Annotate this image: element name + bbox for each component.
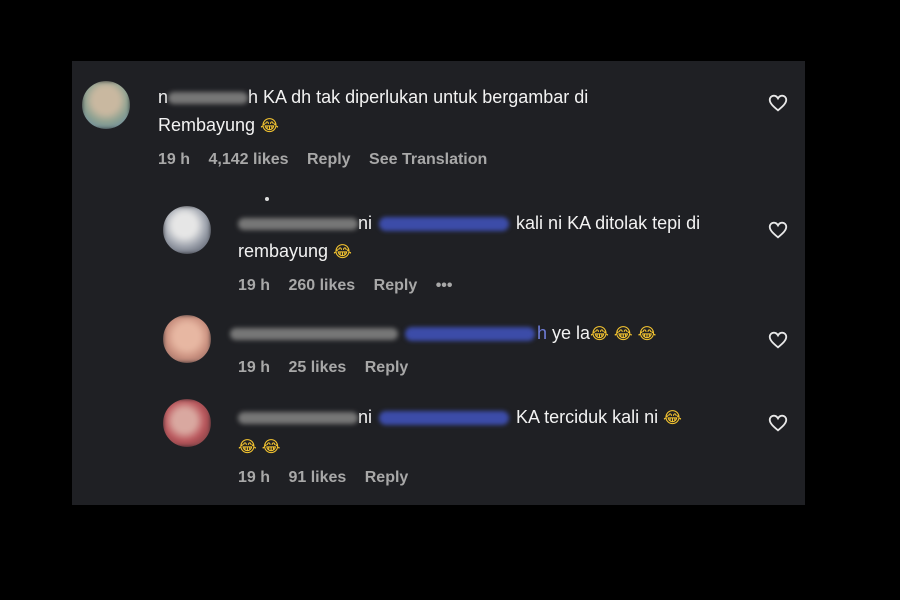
mention[interactable] — [379, 411, 510, 426]
comment-text: ni kali ni KA ditolak tepi di rembayung … — [238, 209, 758, 266]
avatar[interactable] — [163, 399, 211, 447]
reply-button[interactable]: Reply — [365, 469, 409, 486]
username[interactable]: ni — [238, 403, 372, 431]
heart-icon[interactable] — [767, 412, 789, 434]
laughing-emoji: 😂 — [333, 242, 352, 261]
laughing-emoji: 😂 😂 — [238, 437, 281, 456]
heart-icon[interactable] — [767, 219, 789, 241]
laughing-emoji: 😂 — [663, 408, 682, 427]
laughing-emoji: 😂 — [260, 116, 279, 135]
laughing-emoji: 😂 😂 😂 — [590, 324, 657, 343]
comment-meta: 19 h 260 likes Reply ••• — [238, 277, 467, 295]
heart-icon[interactable] — [767, 329, 789, 351]
see-translation-button[interactable]: See Translation — [369, 151, 487, 168]
username[interactable]: nh — [158, 83, 258, 111]
likes-count[interactable]: 4,142 likes — [208, 151, 288, 168]
comment-text: nh KA dh tak diperlukan untuk bergambar … — [158, 83, 698, 140]
username[interactable] — [230, 319, 398, 347]
avatar[interactable] — [163, 315, 211, 363]
username[interactable]: ni — [238, 209, 372, 237]
likes-count[interactable]: 91 likes — [288, 469, 346, 486]
heart-icon[interactable] — [767, 92, 789, 114]
timestamp: 19 h — [238, 277, 271, 294]
comments-panel: nh KA dh tak diperlukan untuk bergambar … — [72, 61, 805, 505]
mention[interactable] — [405, 327, 536, 342]
comment-text: h ye la😂 😂 😂 — [230, 319, 770, 348]
avatar[interactable] — [82, 81, 130, 129]
more-options-icon[interactable]: ••• — [436, 277, 453, 294]
timestamp: 19 h — [158, 151, 191, 168]
comment-meta: 19 h 91 likes Reply — [238, 469, 422, 487]
likes-count[interactable]: 260 likes — [288, 277, 355, 294]
timestamp: 19 h — [238, 469, 271, 486]
timestamp: 19 h — [238, 359, 271, 376]
comment-text: ni KA terciduk kali ni 😂 😂 😂 — [238, 403, 758, 461]
reply-button[interactable]: Reply — [307, 151, 351, 168]
reply-button[interactable]: Reply — [374, 277, 418, 294]
divider-dot — [265, 197, 269, 201]
comment-meta: 19 h 4,142 likes Reply See Translation — [158, 151, 501, 169]
mention[interactable] — [379, 217, 510, 232]
avatar[interactable] — [163, 206, 211, 254]
comment-meta: 19 h 25 likes Reply — [238, 359, 422, 377]
likes-count[interactable]: 25 likes — [288, 359, 346, 376]
reply-button[interactable]: Reply — [365, 359, 409, 376]
